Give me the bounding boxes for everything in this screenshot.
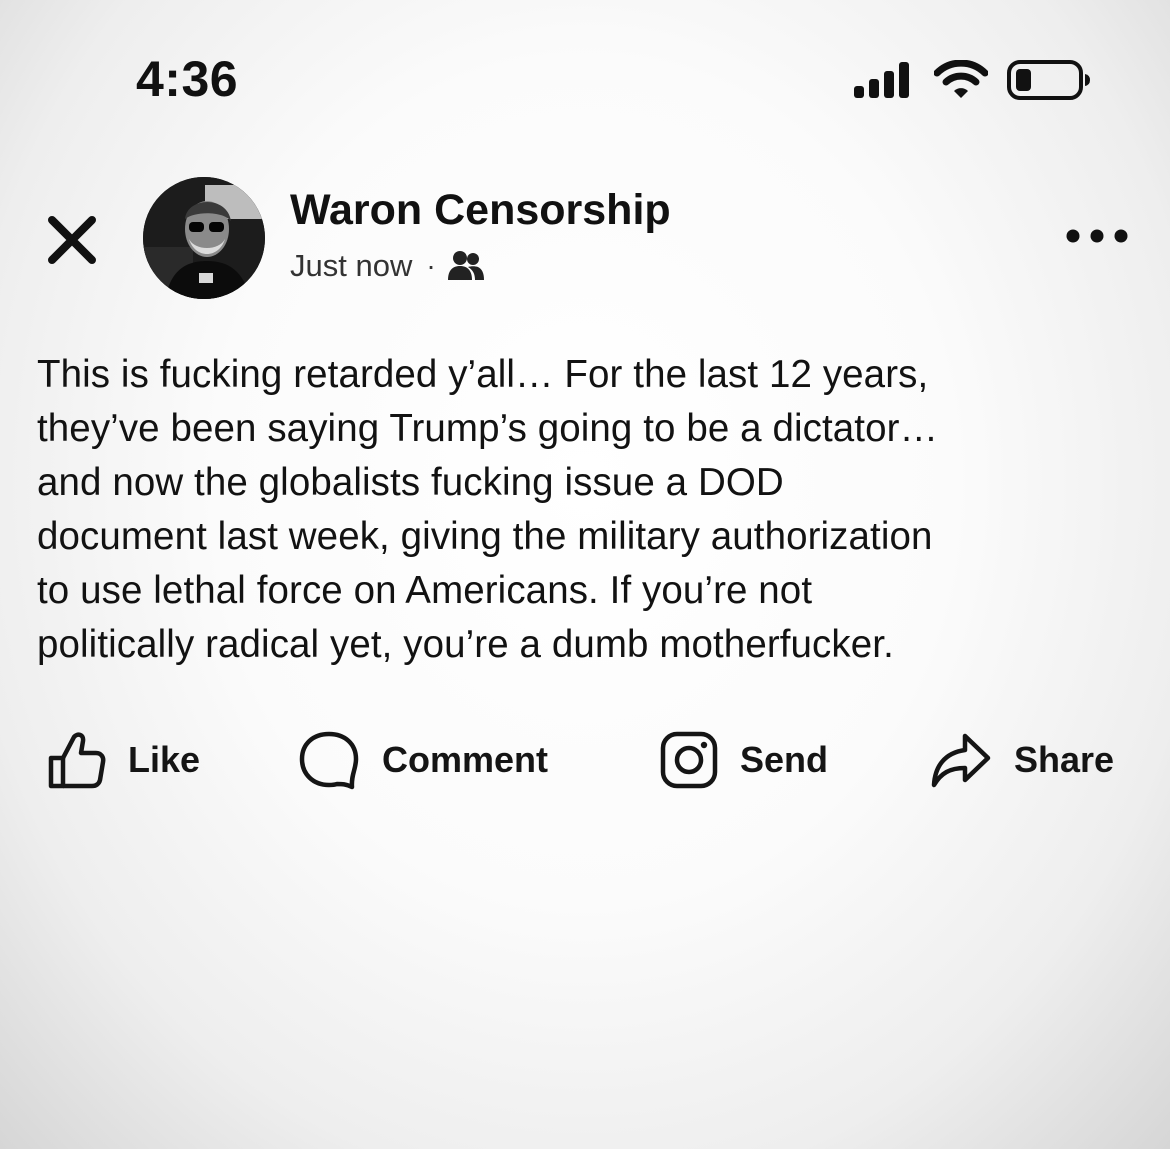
cellular-signal-icon [854,62,909,98]
battery-low-icon [1007,60,1090,100]
instagram-icon [660,731,718,789]
post-meta: Just now · [290,244,484,288]
post-text-line: document last week, giving the military … [37,515,933,558]
meta-separator: · [426,250,436,281]
thumbs-up-icon [48,732,106,789]
post-text-line: to use lethal force on Americans. If you… [37,569,813,612]
avatar-photo [143,177,265,299]
wifi-icon [934,60,988,98]
more-horizontal-icon [1066,229,1128,243]
comment-bubble-icon [299,731,359,790]
more-options-button[interactable] [1062,218,1132,254]
avatar[interactable] [143,177,265,299]
status-time: 4:36 [136,51,239,107]
post-text-line: This is fucking retarded y’all… For the … [37,353,929,396]
action-bar: Like Comment Send Share [0,720,1170,800]
author-name[interactable]: Waron Censorship [290,184,671,236]
post-header: Waron Censorship Just now · [0,170,1170,310]
comment-button[interactable]: Comment [298,720,548,800]
send-label: Send [740,739,829,780]
share-button[interactable]: Share [930,720,1114,800]
friends-icon [447,251,484,280]
status-icons [852,56,1092,104]
close-button[interactable] [40,208,104,272]
post-timestamp[interactable]: Just now [290,248,412,284]
like-label: Like [128,739,201,780]
post-text: This is fucking retarded y’all… For the … [37,348,1137,672]
send-button[interactable]: Send [660,720,828,800]
post-text-line: and now the globalists fucking issue a D… [37,461,784,504]
close-icon [48,216,96,264]
comment-label: Comment [382,739,549,780]
like-button[interactable]: Like [46,720,200,800]
share-arrow-icon [931,733,991,788]
post-text-line: they’ve been saying Trump’s going to be … [37,407,939,450]
share-label: Share [1014,739,1115,780]
post-text-line: politically radical yet, you’re a dumb m… [37,623,894,666]
status-bar: 4:36 [0,0,1170,140]
